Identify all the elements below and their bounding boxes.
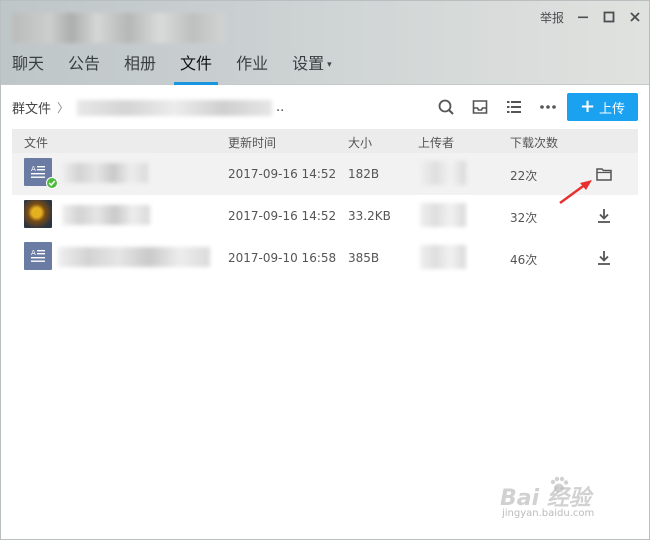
upload-button[interactable]: + 上传 <box>567 93 638 121</box>
tab-label: 设置 <box>292 54 325 73</box>
tab-announcement[interactable]: 公告 <box>56 52 112 85</box>
download-icon[interactable] <box>594 249 614 267</box>
window-controls: 举报 <box>540 8 642 26</box>
watermark-url: jingyan.baidu.com <box>502 508 595 519</box>
file-table: 文件 更新时间 大小 上传者 下载次数 A 2017-09-16 14:52 1… <box>12 129 638 279</box>
column-header-uploader[interactable]: 上传者 <box>418 134 454 151</box>
tab-files[interactable]: 文件 <box>168 52 224 85</box>
close-icon[interactable] <box>628 10 642 24</box>
tab-label: 聊天 <box>12 54 45 73</box>
svg-text:A: A <box>31 249 36 257</box>
table-row[interactable]: A 2017-09-10 16:58 385B 46次 <box>12 237 638 279</box>
tab-album[interactable]: 相册 <box>112 52 168 85</box>
column-header-updated[interactable]: 更新时间 <box>228 134 276 151</box>
file-updated: 2017-09-16 14:52 <box>228 167 337 181</box>
paw-icon <box>550 476 569 493</box>
file-updated: 2017-09-16 14:52 <box>228 209 337 223</box>
uploader-blurred <box>420 161 466 185</box>
table-row[interactable]: 2017-09-16 14:52 33.2KB 32次 <box>12 195 638 237</box>
document-icon: A <box>24 242 52 270</box>
file-name-blurred[interactable] <box>62 205 150 225</box>
column-header-size[interactable]: 大小 <box>348 134 372 151</box>
list-view-icon[interactable] <box>504 98 524 116</box>
image-thumbnail <box>24 200 52 228</box>
plus-icon: + <box>579 96 596 117</box>
open-folder-icon[interactable] <box>594 165 614 183</box>
inbox-icon[interactable] <box>470 98 490 116</box>
file-toolbar: 群文件 〉 .. + 上传 <box>0 86 650 128</box>
file-name-blurred[interactable] <box>58 247 210 267</box>
column-header-file[interactable]: 文件 <box>24 134 48 151</box>
breadcrumb-separator-icon: 〉 <box>57 101 70 115</box>
tab-label: 文件 <box>180 54 213 73</box>
chevron-down-icon: ▾ <box>327 59 332 70</box>
breadcrumb-folder-blurred[interactable] <box>77 99 273 116</box>
tab-label: 相册 <box>124 54 157 73</box>
file-size: 33.2KB <box>348 209 391 223</box>
tab-label: 公告 <box>68 54 101 73</box>
file-downloads: 46次 <box>510 253 538 267</box>
tab-settings[interactable]: 设置 ▾ <box>280 52 344 85</box>
tab-label: 作业 <box>236 54 269 73</box>
annotation-arrow <box>559 180 592 205</box>
download-icon[interactable] <box>594 207 614 225</box>
file-name-blurred[interactable] <box>62 163 148 183</box>
file-downloads: 22次 <box>510 169 538 183</box>
tab-bar: 聊天 公告 相册 文件 作业 设置 ▾ <box>0 52 344 85</box>
column-header-downloads[interactable]: 下载次数 <box>510 134 558 151</box>
more-icon[interactable] <box>538 98 558 116</box>
tab-chat[interactable]: 聊天 <box>0 52 56 85</box>
search-icon[interactable] <box>436 98 456 116</box>
uploader-blurred <box>420 203 466 227</box>
file-updated: 2017-09-10 16:58 <box>228 251 337 265</box>
breadcrumb-root[interactable]: 群文件 <box>12 98 51 117</box>
table-row[interactable]: A 2017-09-16 14:52 182B 22次 <box>12 153 638 195</box>
group-title-blurred <box>12 13 224 43</box>
upload-label: 上传 <box>599 101 626 117</box>
table-header: 文件 更新时间 大小 上传者 下载次数 <box>12 129 638 153</box>
svg-text:A: A <box>31 165 36 173</box>
breadcrumb: 群文件 〉 .. <box>12 98 284 117</box>
toolbar-icons <box>436 98 558 116</box>
file-downloads: 32次 <box>510 211 538 225</box>
breadcrumb-ellipsis: .. <box>276 100 285 115</box>
uploader-blurred <box>420 245 466 269</box>
tab-homework[interactable]: 作业 <box>224 52 280 85</box>
maximize-icon[interactable] <box>602 10 616 24</box>
file-size: 385B <box>348 251 380 265</box>
minimize-icon[interactable] <box>576 10 590 24</box>
file-size: 182B <box>348 167 380 181</box>
window-header: 举报 聊天 公告 相册 文件 作业 设置 ▾ <box>0 0 650 85</box>
baidu-watermark: Bai 经验 jingyan.baidu.com <box>500 468 630 528</box>
report-link[interactable]: 举报 <box>540 9 564 26</box>
downloaded-check-icon <box>46 177 58 189</box>
